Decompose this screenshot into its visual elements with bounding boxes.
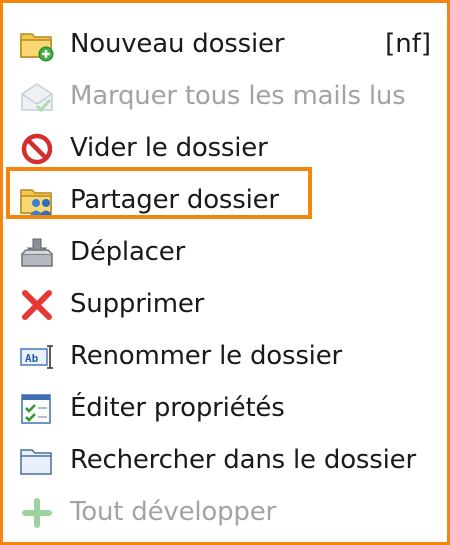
menu-item-rename-folder[interactable]: Ab Renommer le dossier xyxy=(3,330,447,382)
new-folder-icon xyxy=(19,28,55,62)
menu-item-move[interactable]: Déplacer xyxy=(3,226,447,278)
mark-read-envelope-icon xyxy=(19,80,55,114)
menu-item-delete[interactable]: Supprimer xyxy=(3,278,447,330)
menu-item-edit-properties[interactable]: Éditer propriétés xyxy=(3,382,447,434)
menu-item-empty-folder[interactable]: Vider le dossier xyxy=(3,122,447,174)
move-tray-icon xyxy=(19,236,55,270)
menu-item-share-folder[interactable]: Partager dossier xyxy=(3,174,447,226)
menu-item-label: Renommer le dossier xyxy=(70,341,342,371)
menu-item-label: Vider le dossier xyxy=(70,133,268,163)
rename-field-icon: Ab xyxy=(19,340,55,374)
plus-icon xyxy=(19,496,55,530)
no-entry-icon xyxy=(19,132,55,166)
menu-item-label: Marquer tous les mails lus xyxy=(70,81,406,111)
menu-item-label: Déplacer xyxy=(70,237,186,267)
shared-folder-icon xyxy=(19,184,55,218)
menu-item-label: Supprimer xyxy=(70,289,205,319)
folder-outline-icon xyxy=(19,444,55,478)
menu-item-search-in-folder[interactable]: Rechercher dans le dossier xyxy=(3,434,447,486)
menu-item-label: Éditer propriétés xyxy=(70,393,285,423)
menu-item-label: Tout développer xyxy=(70,497,277,527)
menu-item-mark-all-read[interactable]: Marquer tous les mails lus xyxy=(3,70,447,122)
menu-item-new-folder[interactable]: Nouveau dossier [nf] xyxy=(3,18,447,70)
menu-item-expand-all[interactable]: Tout développer xyxy=(3,486,447,538)
menu-item-label: Nouveau dossier xyxy=(70,29,285,59)
red-x-icon xyxy=(19,288,55,322)
menu-item-label: Partager dossier xyxy=(70,185,279,215)
svg-text:Ab: Ab xyxy=(25,352,39,365)
menu-item-label: Rechercher dans le dossier xyxy=(70,445,416,475)
context-menu: Nouveau dossier [nf] Marquer tous les ma… xyxy=(0,0,450,545)
properties-checklist-icon xyxy=(19,392,55,426)
shortcut-hint: [nf] xyxy=(385,29,431,59)
